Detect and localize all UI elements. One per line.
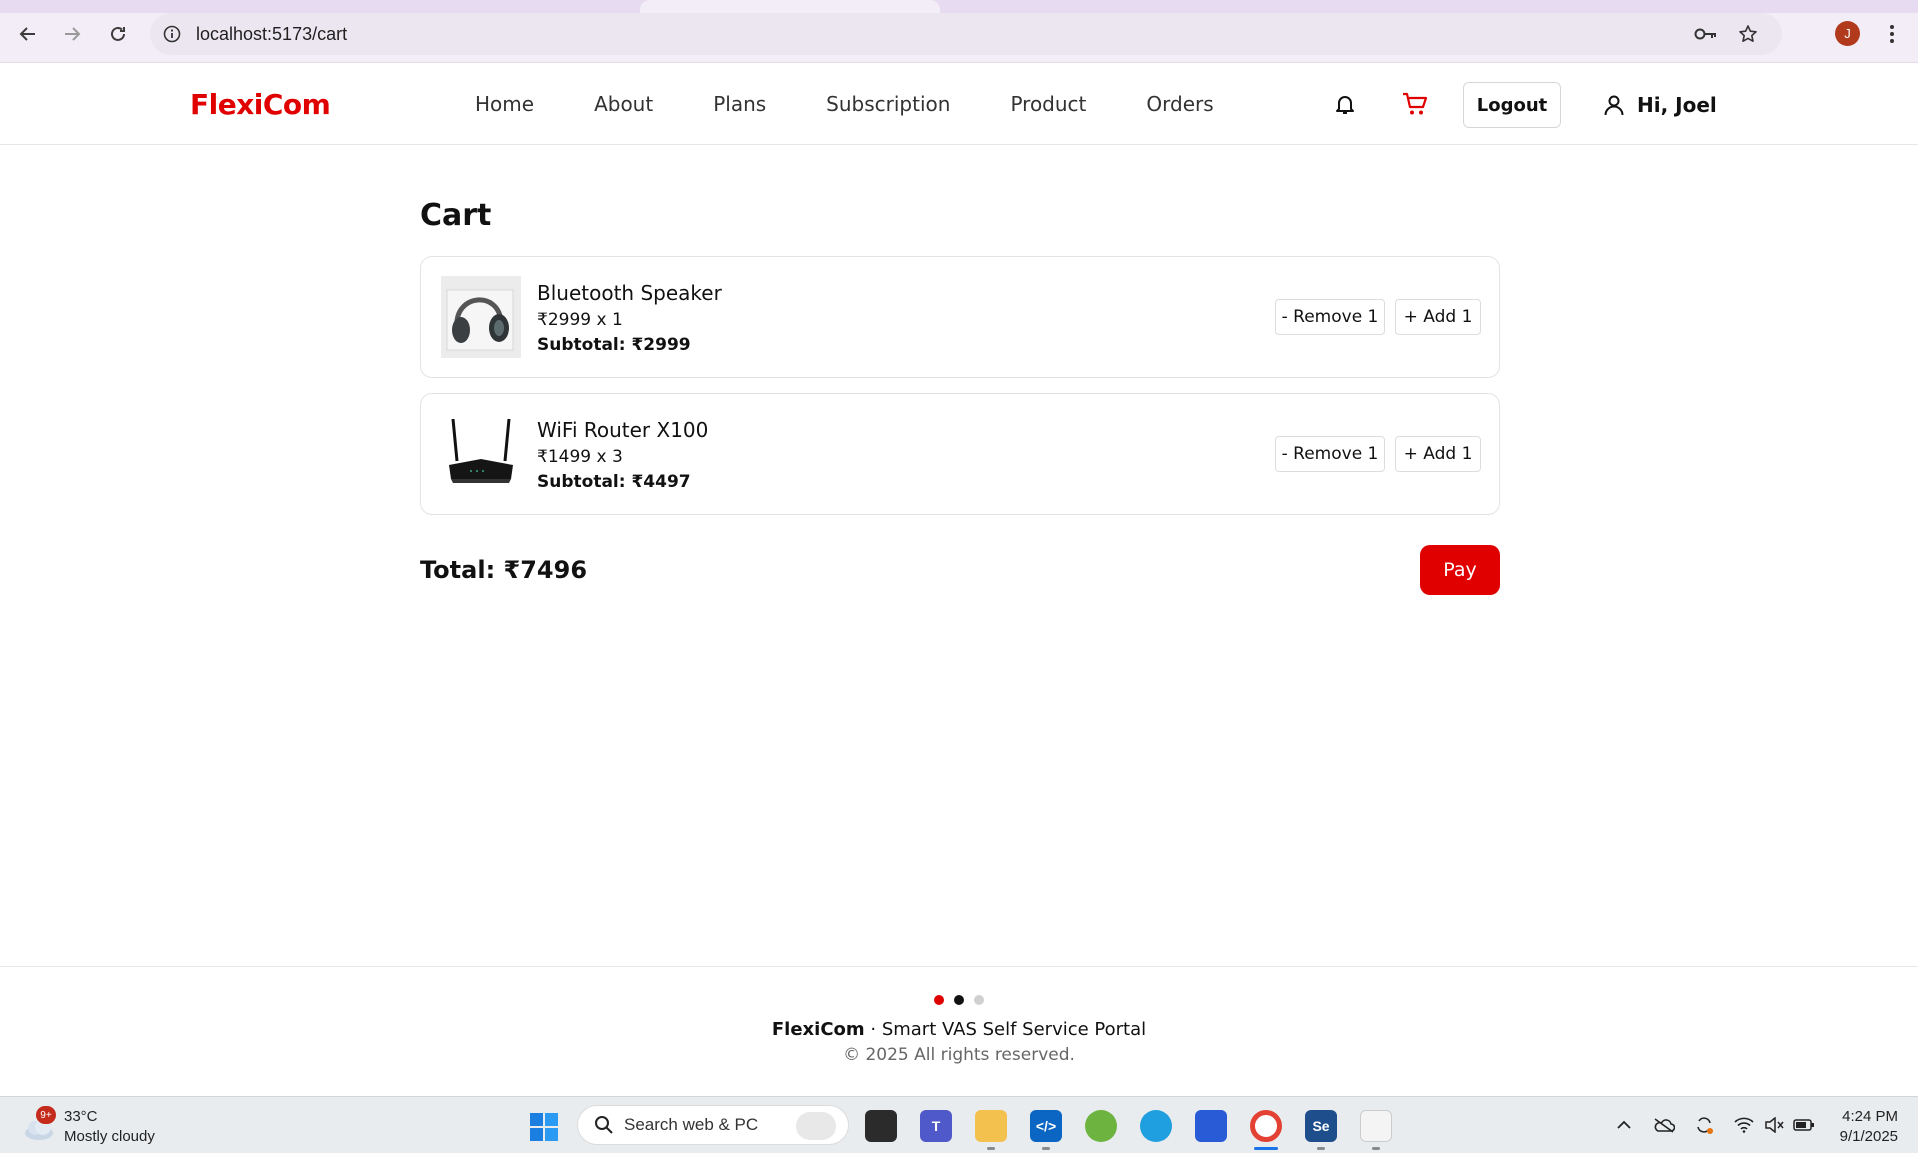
- spring-tool-icon[interactable]: [1085, 1110, 1117, 1142]
- app-header: FlexiCom Home About Plans Subscription P…: [0, 63, 1918, 145]
- carousel-dot[interactable]: [934, 995, 944, 1005]
- running-indicator: [1042, 1147, 1050, 1150]
- tab-strip: [0, 0, 1918, 13]
- nav-subscription[interactable]: Subscription: [826, 92, 950, 116]
- windows-taskbar: 9+ 33°C Mostly cloudy Search web & PC T …: [0, 1096, 1918, 1153]
- item-subtotal: Subtotal: ₹4497: [537, 472, 691, 492]
- running-indicator: [1372, 1147, 1380, 1150]
- search-highlight-icon: [796, 1112, 836, 1140]
- search-placeholder: Search web & PC: [624, 1115, 759, 1134]
- cart-item: Bluetooth Speaker ₹2999 x 1 Subtotal: ₹2…: [420, 256, 1500, 378]
- pay-button[interactable]: Pay: [1420, 545, 1500, 595]
- vscode-icon[interactable]: </>: [1030, 1110, 1062, 1142]
- item-name: Bluetooth Speaker: [537, 281, 722, 305]
- weather-widget[interactable]: 9+ 33°C Mostly cloudy: [22, 1106, 155, 1147]
- site-info-icon[interactable]: [162, 24, 182, 44]
- cart-total: Total: ₹7496: [420, 556, 588, 584]
- cart-item: WiFi Router X100 ₹1499 x 3 Subtotal: ₹44…: [420, 393, 1500, 515]
- weather-condition: Mostly cloudy: [64, 1128, 155, 1145]
- wifi-icon[interactable]: [1732, 1113, 1756, 1137]
- running-indicator: [1317, 1147, 1325, 1150]
- main-nav: Home About Plans Subscription Product Or…: [475, 92, 1274, 116]
- item-name: WiFi Router X100: [537, 418, 709, 442]
- search-icon: [595, 1116, 613, 1134]
- weather-badge: 9+: [36, 1106, 56, 1124]
- item-subtotal: Subtotal: ₹2999: [537, 335, 691, 355]
- active-indicator: [1254, 1147, 1278, 1150]
- sync-icon[interactable]: [1692, 1113, 1716, 1137]
- volume-muted-icon[interactable]: [1762, 1113, 1786, 1137]
- page-title: Cart: [420, 198, 492, 233]
- file-explorer-icon[interactable]: [975, 1110, 1007, 1142]
- remove-one-button[interactable]: - Remove 1: [1275, 436, 1385, 472]
- reload-icon[interactable]: [104, 20, 132, 48]
- chrome-icon[interactable]: [1250, 1110, 1282, 1142]
- taskbar-search[interactable]: Search web & PC: [577, 1105, 849, 1145]
- add-one-button[interactable]: + Add 1: [1395, 299, 1481, 335]
- item-price-qty: ₹2999 x 1: [537, 310, 623, 330]
- notification-bell-icon[interactable]: [1332, 91, 1358, 117]
- footer-tagline: FlexiCom · Smart VAS Self Service Portal: [0, 1019, 1918, 1040]
- cloud-icon: 9+: [22, 1106, 56, 1144]
- nav-orders[interactable]: Orders: [1146, 92, 1213, 116]
- clock-date: 9/1/2025: [1839, 1128, 1898, 1145]
- running-indicator: [987, 1147, 995, 1150]
- nav-plans[interactable]: Plans: [713, 92, 766, 116]
- page-footer: FlexiCom · Smart VAS Self Service Portal…: [0, 966, 1918, 1096]
- add-one-button[interactable]: + Add 1: [1395, 436, 1481, 472]
- browser-menu-icon[interactable]: [1882, 20, 1902, 48]
- logout-button[interactable]: Logout: [1463, 82, 1561, 128]
- selenium-ide-icon[interactable]: Se: [1305, 1110, 1337, 1142]
- store-icon[interactable]: [1195, 1110, 1227, 1142]
- nav-about[interactable]: About: [594, 92, 653, 116]
- bookmark-star-icon[interactable]: [1736, 22, 1760, 46]
- clock-time: 4:24 PM: [1842, 1108, 1898, 1125]
- cart-icon[interactable]: [1401, 91, 1429, 117]
- temperature: 33°C: [64, 1108, 98, 1125]
- active-tab[interactable]: [640, 0, 940, 13]
- browser-toolbar: localhost:5173/cart J: [0, 0, 1918, 63]
- password-key-icon[interactable]: [1694, 22, 1718, 46]
- address-bar[interactable]: localhost:5173/cart: [150, 13, 1782, 55]
- footer-tagline-text: · Smart VAS Self Service Portal: [864, 1019, 1147, 1040]
- url-text[interactable]: localhost:5173/cart: [196, 24, 347, 45]
- forward-icon[interactable]: [58, 20, 86, 48]
- onedrive-icon[interactable]: [1652, 1113, 1676, 1137]
- chevron-up-icon[interactable]: [1612, 1113, 1636, 1137]
- carousel-dots: [934, 995, 984, 1005]
- edge-icon[interactable]: [1140, 1110, 1172, 1142]
- system-clock[interactable]: 4:24 PM 9/1/2025: [1820, 1107, 1898, 1147]
- brand-logo[interactable]: FlexiCom: [190, 88, 331, 121]
- headphones-image: [441, 276, 521, 358]
- user-menu[interactable]: Hi, Joel: [1601, 92, 1717, 118]
- nav-product[interactable]: Product: [1010, 92, 1086, 116]
- browser-profile-avatar[interactable]: J: [1835, 21, 1860, 46]
- router-image: [441, 413, 521, 495]
- remove-one-button[interactable]: - Remove 1: [1275, 299, 1385, 335]
- item-price-qty: ₹1499 x 3: [537, 447, 623, 467]
- user-icon: [1601, 92, 1627, 118]
- carousel-dot[interactable]: [954, 995, 964, 1005]
- nav-home[interactable]: Home: [475, 92, 534, 116]
- windows-start-icon[interactable]: [529, 1112, 559, 1142]
- carousel-dot[interactable]: [974, 995, 984, 1005]
- teams-icon[interactable]: T: [920, 1110, 952, 1142]
- user-greeting: Hi, Joel: [1637, 93, 1717, 117]
- snipping-tool-icon[interactable]: [1360, 1110, 1392, 1142]
- battery-icon[interactable]: [1792, 1113, 1816, 1137]
- back-icon[interactable]: [14, 20, 42, 48]
- task-view-icon[interactable]: [865, 1110, 897, 1142]
- footer-copyright: © 2025 All rights reserved.: [843, 1045, 1075, 1065]
- footer-brand: FlexiCom: [771, 1019, 865, 1040]
